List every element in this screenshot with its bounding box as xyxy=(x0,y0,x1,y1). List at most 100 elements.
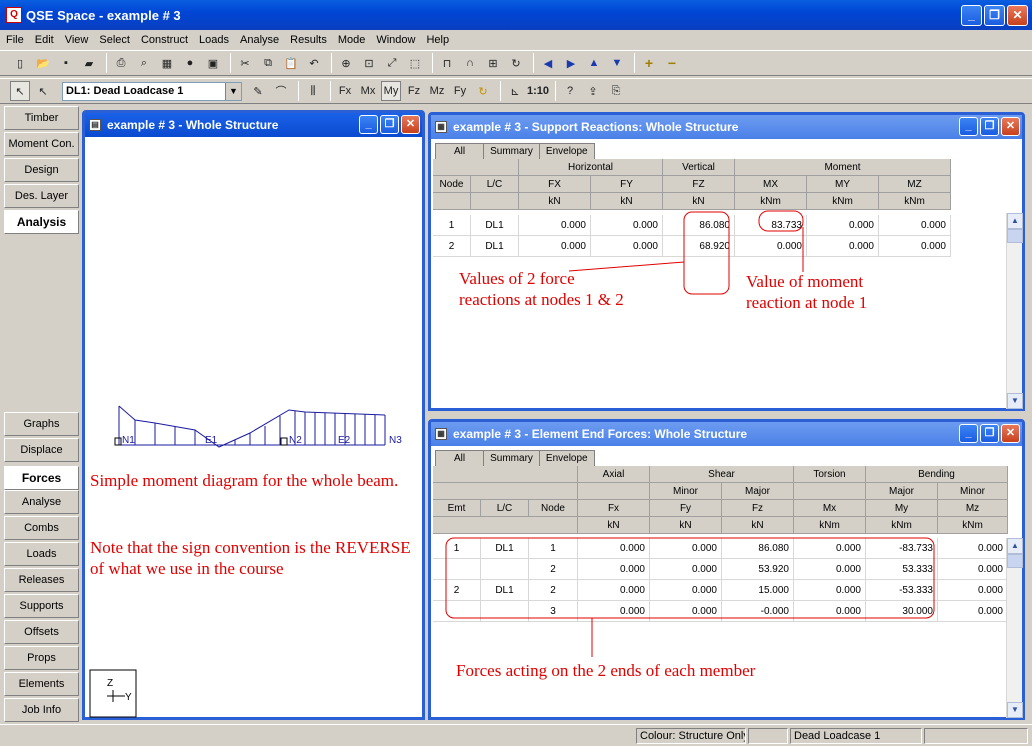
table-cell[interactable]: 53.333 xyxy=(866,559,938,580)
node-pointer-icon[interactable]: ↖ xyxy=(33,81,53,101)
table-cell[interactable]: 15.000 xyxy=(722,580,794,601)
frame-icon[interactable]: ⊓ xyxy=(437,53,457,73)
chevron-down-icon[interactable]: ▼ xyxy=(225,82,241,100)
table-cell[interactable]: 0.000 xyxy=(650,580,722,601)
refresh-yellow-icon[interactable]: ↻ xyxy=(473,81,493,101)
print-icon[interactable]: ⎙ xyxy=(111,53,131,73)
report-icon[interactable]: ⎘ xyxy=(606,81,626,101)
table-cell[interactable]: DL1 xyxy=(471,215,519,236)
sidebar-item-releases[interactable]: Releases xyxy=(4,568,79,592)
minimize-button[interactable]: _ xyxy=(959,117,978,136)
column-header-mx[interactable]: Mx xyxy=(794,500,866,517)
table-cell[interactable]: 68.920 xyxy=(663,236,735,257)
undo-icon[interactable]: ↶ xyxy=(304,53,324,73)
structure-window-titlebar[interactable]: ▤ example # 3 - Whole Structure _ ❐ ✕ xyxy=(85,113,422,137)
table-cell[interactable]: 0.000 xyxy=(650,538,722,559)
menu-analyse[interactable]: Analyse xyxy=(240,34,279,46)
table-cell[interactable]: 1 xyxy=(433,215,471,236)
table-cell[interactable]: 86.080 xyxy=(722,538,794,559)
column-header-fy[interactable]: Fy xyxy=(650,500,722,517)
axes-icon[interactable]: ⊾ xyxy=(505,81,525,101)
moment-mx-icon[interactable]: Mx xyxy=(358,81,378,101)
open-folder-icon[interactable]: 📂 xyxy=(33,53,53,73)
minimize-button[interactable]: _ xyxy=(959,424,978,443)
save-icon[interactable]: ▪ xyxy=(56,53,76,73)
copy-icon[interactable]: ⧉ xyxy=(258,53,278,73)
table-cell[interactable]: 3 xyxy=(529,601,578,622)
minimize-button[interactable]: _ xyxy=(961,5,982,26)
table-cell[interactable]: 0.000 xyxy=(519,215,591,236)
table-cell[interactable]: 0.000 xyxy=(591,215,663,236)
arch-icon[interactable]: ∩ xyxy=(460,53,480,73)
scroll-down-icon[interactable]: ▼ xyxy=(1007,702,1023,718)
sidebar-item-analyse[interactable]: Analyse xyxy=(4,490,79,514)
table-cell[interactable]: 0.000 xyxy=(879,236,951,257)
table-cell[interactable]: 0.000 xyxy=(794,538,866,559)
menu-help[interactable]: Help xyxy=(426,34,449,46)
column-header-fy[interactable]: FY xyxy=(591,176,663,193)
table-cell[interactable] xyxy=(433,601,481,622)
rotate-icon[interactable]: ↻ xyxy=(506,53,526,73)
table-cell[interactable]: 0.000 xyxy=(807,236,879,257)
record-icon[interactable]: ● xyxy=(180,53,200,73)
sidebar-item-des-layer[interactable]: Des. Layer xyxy=(4,184,79,208)
zoom-window-icon[interactable]: ⊡ xyxy=(359,53,379,73)
menu-edit[interactable]: Edit xyxy=(35,34,54,46)
table-cell[interactable]: DL1 xyxy=(481,580,529,601)
arrow-right-icon[interactable]: ▶ xyxy=(561,53,581,73)
column-header-mz[interactable]: Mz xyxy=(938,500,1008,517)
force-fy-icon[interactable]: Fy xyxy=(450,81,470,101)
tab-envelope[interactable]: Envelope xyxy=(538,143,595,160)
table-cell[interactable]: 0.000 xyxy=(578,538,650,559)
envelope-shape-icon[interactable]: ⌒ xyxy=(271,81,291,101)
menu-window[interactable]: Window xyxy=(376,34,415,46)
sidebar-item-supports[interactable]: Supports xyxy=(4,594,79,618)
sidebar-item-forces[interactable]: Forces xyxy=(4,466,79,490)
table-cell[interactable]: 0.000 xyxy=(938,580,1008,601)
close-button[interactable]: ✕ xyxy=(1007,5,1028,26)
menu-select[interactable]: Select xyxy=(99,34,130,46)
restore-button[interactable]: ❐ xyxy=(984,5,1005,26)
scroll-up-icon[interactable]: ▲ xyxy=(1007,538,1023,554)
zoom-fit-icon[interactable]: ⤢ xyxy=(382,53,402,73)
table-cell[interactable]: 0.000 xyxy=(578,580,650,601)
table-cell[interactable]: -53.333 xyxy=(866,580,938,601)
close-button[interactable]: ✕ xyxy=(1001,117,1020,136)
column-header-fx[interactable]: FX xyxy=(519,176,591,193)
sidebar-item-moment-con[interactable]: Moment Con. xyxy=(4,132,79,156)
sidebar-item-graphs[interactable]: Graphs xyxy=(4,412,79,436)
reactions-scrollbar[interactable]: ▲ ▼ xyxy=(1006,213,1023,409)
menu-construct[interactable]: Construct xyxy=(141,34,188,46)
table-cell[interactable]: DL1 xyxy=(471,236,519,257)
table-cell[interactable]: 0.000 xyxy=(879,215,951,236)
table-cell[interactable]: 2 xyxy=(433,236,471,257)
sidebar-item-combs[interactable]: Combs xyxy=(4,516,79,540)
minimize-button[interactable]: _ xyxy=(359,115,378,134)
reactions-window-titlebar[interactable]: ▦ example # 3 - Support Reactions: Whole… xyxy=(431,115,1022,139)
restore-button[interactable]: ❐ xyxy=(980,117,999,136)
force-fx-icon[interactable]: Fx xyxy=(335,81,355,101)
help-icon[interactable]: ? xyxy=(560,81,580,101)
table-cell[interactable]: 30.000 xyxy=(866,601,938,622)
new-file-icon[interactable]: ▯ xyxy=(10,53,30,73)
column-header-fx[interactable]: Fx xyxy=(578,500,650,517)
table-cell[interactable]: 2 xyxy=(433,580,481,601)
table-cell[interactable]: 0.000 xyxy=(938,601,1008,622)
loadcase-select[interactable]: DL1: Dead Loadcase 1 ▼ xyxy=(62,81,242,101)
sidebar-item-analysis[interactable]: Analysis xyxy=(4,210,79,234)
export-icon[interactable]: ⇪ xyxy=(583,81,603,101)
arrow-up-icon[interactable]: ▲ xyxy=(584,53,604,73)
sidebar-item-props[interactable]: Props xyxy=(4,646,79,670)
menu-mode[interactable]: Mode xyxy=(338,34,366,46)
pointer-icon[interactable]: ↖ xyxy=(10,81,30,101)
column-header-fz[interactable]: FZ xyxy=(663,176,735,193)
column-header-lc[interactable]: L/C xyxy=(481,500,529,517)
column-header-node[interactable]: Node xyxy=(529,500,578,517)
print-preview-icon[interactable]: ⌕ xyxy=(134,53,154,73)
table-cell[interactable]: 0.000 xyxy=(794,559,866,580)
paste-icon[interactable]: 📋 xyxy=(281,53,301,73)
table-cell[interactable] xyxy=(433,559,481,580)
table-cell[interactable]: 2 xyxy=(529,559,578,580)
restore-button[interactable]: ❐ xyxy=(980,424,999,443)
column-header-node[interactable]: Node xyxy=(433,176,471,193)
